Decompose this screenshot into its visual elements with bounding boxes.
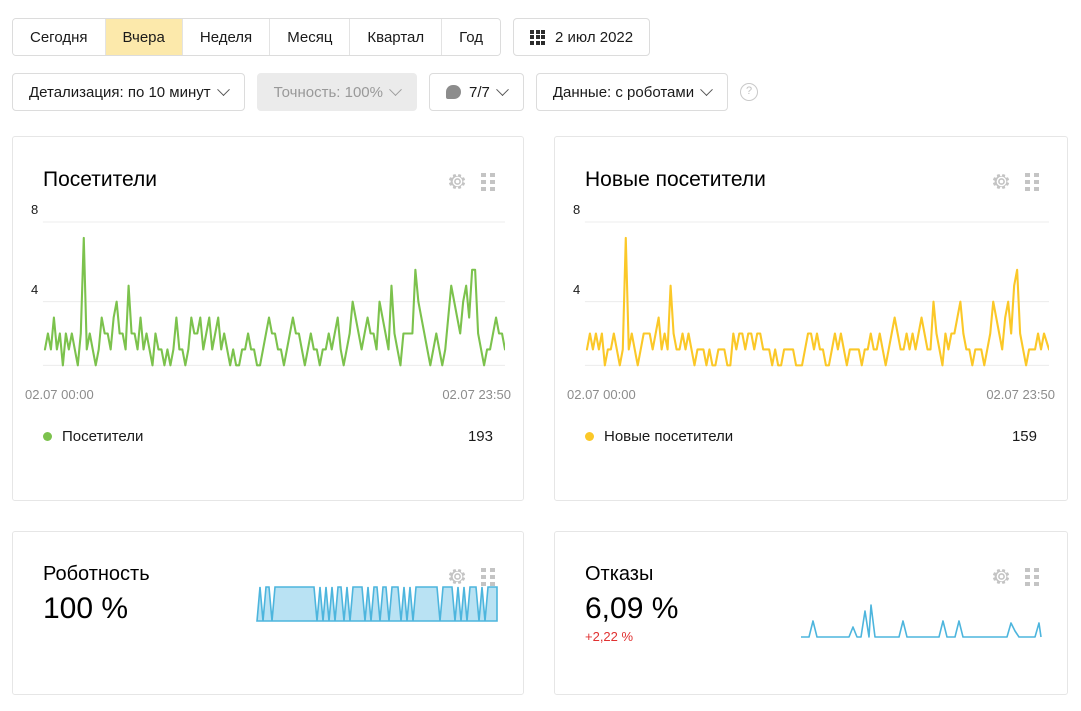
chevron-down-icon: [700, 82, 713, 96]
widget-robotness: Роботность 100 %: [12, 531, 524, 695]
robotness-sparkline: [255, 583, 499, 628]
widget-title: Отказы: [585, 563, 654, 585]
robotness-area-chart: [256, 585, 498, 622]
y-tick-4: 4: [31, 282, 39, 298]
y-tick-8: 8: [573, 202, 581, 218]
widget-header-actions: [448, 167, 495, 191]
bounces-body: 6,09 % +2,22 %: [555, 586, 1067, 644]
x-axis-start: 02.07 00:00: [567, 387, 636, 403]
accuracy-select[interactable]: Точность: 100%: [256, 73, 417, 111]
options-toolbar: Детализация: по 10 минут Точность: 100% …: [12, 73, 759, 111]
date-picker-button[interactable]: 2 июл 2022: [513, 18, 651, 56]
period-tab-year[interactable]: Год: [442, 19, 501, 55]
widget-new-visitors: Новые посетители 8 4 02.07 00:00 02.07 2…: [554, 136, 1068, 501]
drag-grid-icon[interactable]: [1025, 567, 1039, 586]
detalization-label: Детализация: по 10 минут: [29, 83, 211, 101]
visitors-legend: Посетители 193: [43, 428, 493, 445]
period-tab-yesterday[interactable]: Вчера: [105, 19, 183, 55]
gear-icon[interactable]: [992, 567, 1011, 586]
period-tab-month[interactable]: Месяц: [270, 19, 351, 55]
help-circle-icon[interactable]: ?: [740, 83, 759, 101]
legend-entry[interactable]: Посетители: [43, 428, 143, 445]
new-visitors-x-axis: 02.07 00:00 02.07 23:50: [555, 381, 1067, 402]
data-source-label: Данные: с роботами: [552, 83, 695, 101]
gear-icon[interactable]: [448, 172, 467, 191]
drag-grid-icon[interactable]: [1025, 172, 1039, 191]
widget-bounces: Отказы 6,09 % +2,22 %: [554, 531, 1068, 695]
period-tab-group: Сегодня Вчера Неделя Месяц Квартал Год: [12, 18, 502, 56]
visitors-x-axis: 02.07 00:00 02.07 23:50: [13, 381, 523, 402]
accuracy-label: Точность: 100%: [273, 83, 383, 101]
widget-title: Роботность: [43, 563, 150, 585]
widget-title: Посетители: [43, 168, 157, 191]
chevron-down-icon: [216, 82, 230, 96]
comment-bubble-icon: [446, 85, 461, 99]
bounces-sparkline: [799, 599, 1043, 644]
calendar-icon: [530, 29, 546, 45]
legend-total: 193: [467, 428, 493, 446]
new-visitors-legend: Новые посетители 159: [585, 428, 1037, 445]
period-tab-week[interactable]: Неделя: [182, 19, 271, 55]
chevron-down-icon: [495, 82, 509, 96]
widget-header: Роботность: [13, 532, 523, 586]
legend-label: Новые посетители: [604, 428, 734, 446]
visitors-chart: 8 4: [31, 202, 505, 381]
robotness-body: 100 %: [13, 583, 523, 628]
legend-total: 159: [1011, 428, 1037, 446]
dashboard-page: Сегодня Вчера Неделя Месяц Квартал Год 2…: [0, 0, 1081, 711]
y-tick-8: 8: [31, 202, 39, 218]
data-source-select[interactable]: Данные: с роботами: [535, 73, 729, 111]
y-tick-4: 4: [573, 282, 581, 298]
widget-header: Отказы: [555, 532, 1067, 586]
visitors-line-chart: [42, 221, 505, 367]
widget-header-actions: [992, 167, 1039, 191]
legend-color-dot: [585, 432, 594, 442]
x-axis-end: 02.07 23:50: [442, 387, 511, 403]
legend-entry[interactable]: Новые посетители: [585, 428, 733, 445]
date-picker-value: 2 июл 2022: [555, 28, 634, 46]
period-tab-quarter[interactable]: Квартал: [350, 19, 443, 55]
x-axis-start: 02.07 00:00: [25, 387, 94, 403]
period-toolbar: Сегодня Вчера Неделя Месяц Квартал Год 2…: [12, 18, 651, 56]
bounces-line-chart: [801, 603, 1042, 638]
legend-color-dot: [43, 432, 52, 442]
widget-header-actions: [992, 562, 1039, 586]
widget-visitors: Посетители 8 4 02.07 00:00 02.07 23:50 П…: [12, 136, 524, 501]
drag-grid-icon[interactable]: [481, 172, 495, 191]
chevron-down-icon: [389, 82, 402, 96]
widget-header: Посетители: [13, 137, 523, 192]
x-axis-end: 02.07 23:50: [986, 387, 1055, 403]
new-visitors-line-chart: [584, 221, 1049, 367]
comments-label: 7/7: [469, 83, 490, 101]
detalization-select[interactable]: Детализация: по 10 минут: [12, 73, 245, 111]
widget-header: Новые посетители: [555, 137, 1067, 192]
legend-label: Посетители: [62, 428, 144, 446]
new-visitors-chart: 8 4: [573, 202, 1049, 381]
period-tab-today[interactable]: Сегодня: [13, 19, 106, 55]
comments-select[interactable]: 7/7: [429, 73, 524, 111]
widget-title: Новые посетители: [585, 168, 766, 191]
gear-icon[interactable]: [992, 172, 1011, 191]
